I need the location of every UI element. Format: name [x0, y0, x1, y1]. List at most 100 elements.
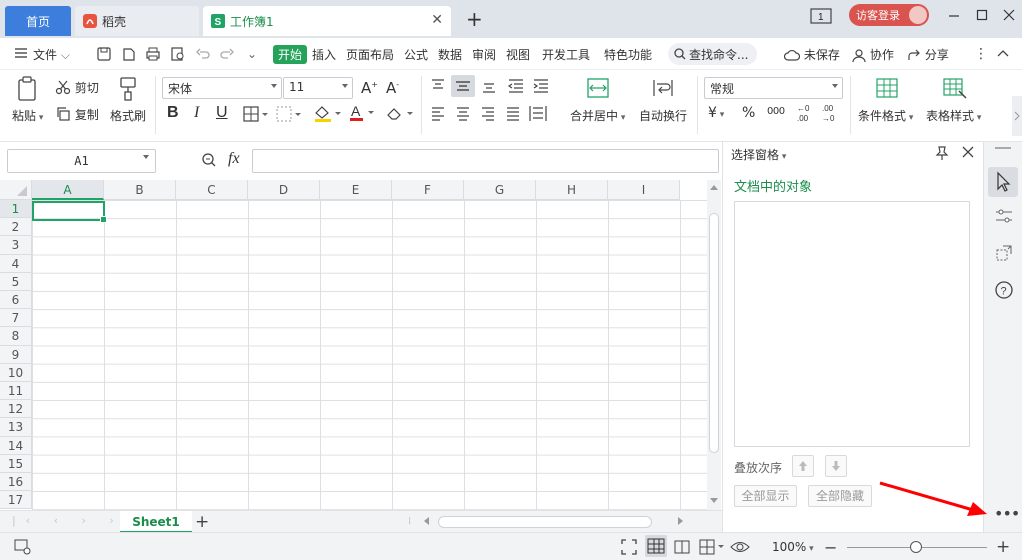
objects-list[interactable]	[734, 201, 970, 447]
select-all-corner[interactable]	[0, 180, 32, 200]
share-button[interactable]: 分享	[907, 46, 949, 63]
align-center-icon[interactable]	[455, 106, 471, 122]
font-size-select[interactable]: 11	[283, 77, 353, 99]
menu-insert[interactable]: 插入	[312, 46, 336, 63]
cell-area[interactable]	[32, 200, 707, 510]
column-header[interactable]: C	[176, 180, 248, 200]
format-painter-button[interactable]: 格式刷	[110, 107, 146, 124]
help-icon[interactable]: ?	[994, 280, 1014, 300]
tab-workbook[interactable]: S 工作簿1 ✕	[203, 6, 451, 36]
menu-page-layout[interactable]: 页面布局	[346, 46, 394, 63]
decrease-font-icon[interactable]: A-	[386, 79, 399, 97]
tab-home[interactable]: 首页	[5, 6, 71, 36]
shape-transform-icon[interactable]	[995, 244, 1013, 262]
paste-icon[interactable]	[16, 76, 40, 102]
zoom-in-button[interactable]: +	[996, 537, 1010, 557]
row-header[interactable]: 2	[0, 218, 32, 237]
menu-start[interactable]: 开始	[273, 45, 308, 64]
close-window-icon[interactable]	[1002, 8, 1016, 22]
cut-button[interactable]: 剪切	[55, 79, 99, 96]
column-header[interactable]: G	[464, 180, 536, 200]
align-left-icon[interactable]	[430, 106, 446, 122]
move-up-button[interactable]	[792, 455, 814, 477]
active-cell-a1[interactable]	[32, 201, 107, 223]
zoom-out-button[interactable]: −	[824, 538, 837, 557]
row-header[interactable]: 5	[0, 272, 32, 291]
row-header[interactable]: 10	[0, 363, 32, 382]
paste-button[interactable]: 粘贴 ▾	[12, 107, 43, 124]
macro-record-icon[interactable]	[14, 539, 32, 555]
row-header[interactable]: 3	[0, 236, 32, 255]
customize-toolbar-icon[interactable]: ⌄	[247, 47, 257, 61]
pin-icon[interactable]	[935, 145, 949, 161]
row-header[interactable]: 6	[0, 291, 32, 310]
menu-file[interactable]: 文件 ⌵	[33, 46, 70, 63]
normal-view-button[interactable]	[645, 535, 667, 557]
merge-center-button[interactable]: 合并居中 ▾	[570, 107, 625, 124]
number-format-select[interactable]: 常规	[704, 77, 843, 99]
menu-view[interactable]: 视图	[506, 46, 530, 63]
row-header[interactable]: 14	[0, 436, 32, 455]
conditional-format-icon[interactable]	[875, 77, 899, 99]
select-pointer-button[interactable]	[988, 167, 1018, 197]
row-header[interactable]: 17	[0, 491, 32, 510]
sheet-nav-arrows[interactable]: |‹ ‹ › ›|	[12, 514, 138, 527]
sidebar-more-icon[interactable]: •••	[994, 504, 1020, 523]
increase-font-icon[interactable]: A+	[361, 79, 378, 97]
hide-all-button[interactable]: 全部隐藏	[808, 485, 872, 507]
page-layout-view-icon[interactable]	[674, 539, 690, 555]
increase-indent-icon[interactable]	[532, 78, 550, 94]
increase-decimal-icon[interactable]: ←0.00	[795, 102, 815, 124]
row-header[interactable]: 7	[0, 309, 32, 328]
fill-color-icon[interactable]	[313, 105, 343, 123]
clear-format-icon[interactable]	[385, 105, 415, 123]
copy-button[interactable]: 复制	[55, 106, 99, 123]
table-style-button[interactable]: 表格样式 ▾	[926, 107, 981, 124]
page-break-view-icon[interactable]	[699, 539, 725, 555]
row-header[interactable]: 13	[0, 418, 32, 437]
row-header[interactable]: 9	[0, 345, 32, 364]
close-tab-icon[interactable]: ✕	[431, 12, 443, 28]
settings-sliders-icon[interactable]	[995, 208, 1013, 224]
horizontal-scroll-thumb[interactable]	[438, 516, 652, 528]
row-header[interactable]: 15	[0, 454, 32, 473]
menu-special[interactable]: 特色功能	[604, 46, 652, 63]
italic-icon[interactable]: I	[194, 104, 199, 122]
row-header[interactable]: 11	[0, 382, 32, 401]
new-tab-button[interactable]: +	[466, 9, 483, 29]
currency-icon[interactable]: ¥ ▾	[708, 105, 724, 121]
split-handle[interactable]: ⁞	[408, 516, 411, 527]
pane-title[interactable]: 选择窗格 ▾	[731, 146, 786, 163]
format-painter-icon[interactable]	[117, 76, 139, 102]
bold-icon[interactable]: B	[167, 104, 179, 122]
decrease-indent-icon[interactable]	[507, 78, 525, 94]
menu-formula[interactable]: 公式	[404, 46, 428, 63]
fullscreen-icon[interactable]	[621, 539, 637, 555]
more-options-icon[interactable]: ⋮	[974, 46, 988, 62]
row-header[interactable]: 16	[0, 473, 32, 492]
column-header[interactable]: D	[248, 180, 320, 200]
row-header[interactable]: 8	[0, 327, 32, 346]
insert-function-icon[interactable]: fx	[228, 150, 240, 168]
show-all-button[interactable]: 全部显示	[734, 485, 797, 507]
scroll-right-icon[interactable]	[678, 517, 683, 525]
undo-icon[interactable]	[196, 46, 210, 62]
page-count-icon[interactable]: 1	[810, 8, 832, 24]
vertical-scrollbar[interactable]	[707, 180, 721, 510]
column-header[interactable]: F	[392, 180, 464, 200]
decrease-decimal-icon[interactable]: .00 →0	[820, 102, 840, 124]
align-right-icon[interactable]	[480, 106, 496, 122]
table-style-icon[interactable]	[942, 77, 968, 99]
column-header[interactable]: A	[32, 180, 104, 200]
command-search[interactable]: 查找命令...	[668, 43, 757, 65]
row-header[interactable]: 12	[0, 400, 32, 419]
add-sheet-button[interactable]: +	[195, 512, 209, 532]
maximize-icon[interactable]	[975, 8, 989, 22]
export-pdf-icon[interactable]	[121, 46, 137, 62]
save-icon[interactable]	[96, 46, 112, 62]
redo-icon[interactable]	[220, 46, 234, 62]
collapse-ribbon-icon[interactable]	[996, 46, 1010, 60]
tab-daoke[interactable]: 稻壳	[75, 6, 199, 36]
merge-center-icon[interactable]	[586, 77, 610, 99]
column-header[interactable]: E	[320, 180, 392, 200]
